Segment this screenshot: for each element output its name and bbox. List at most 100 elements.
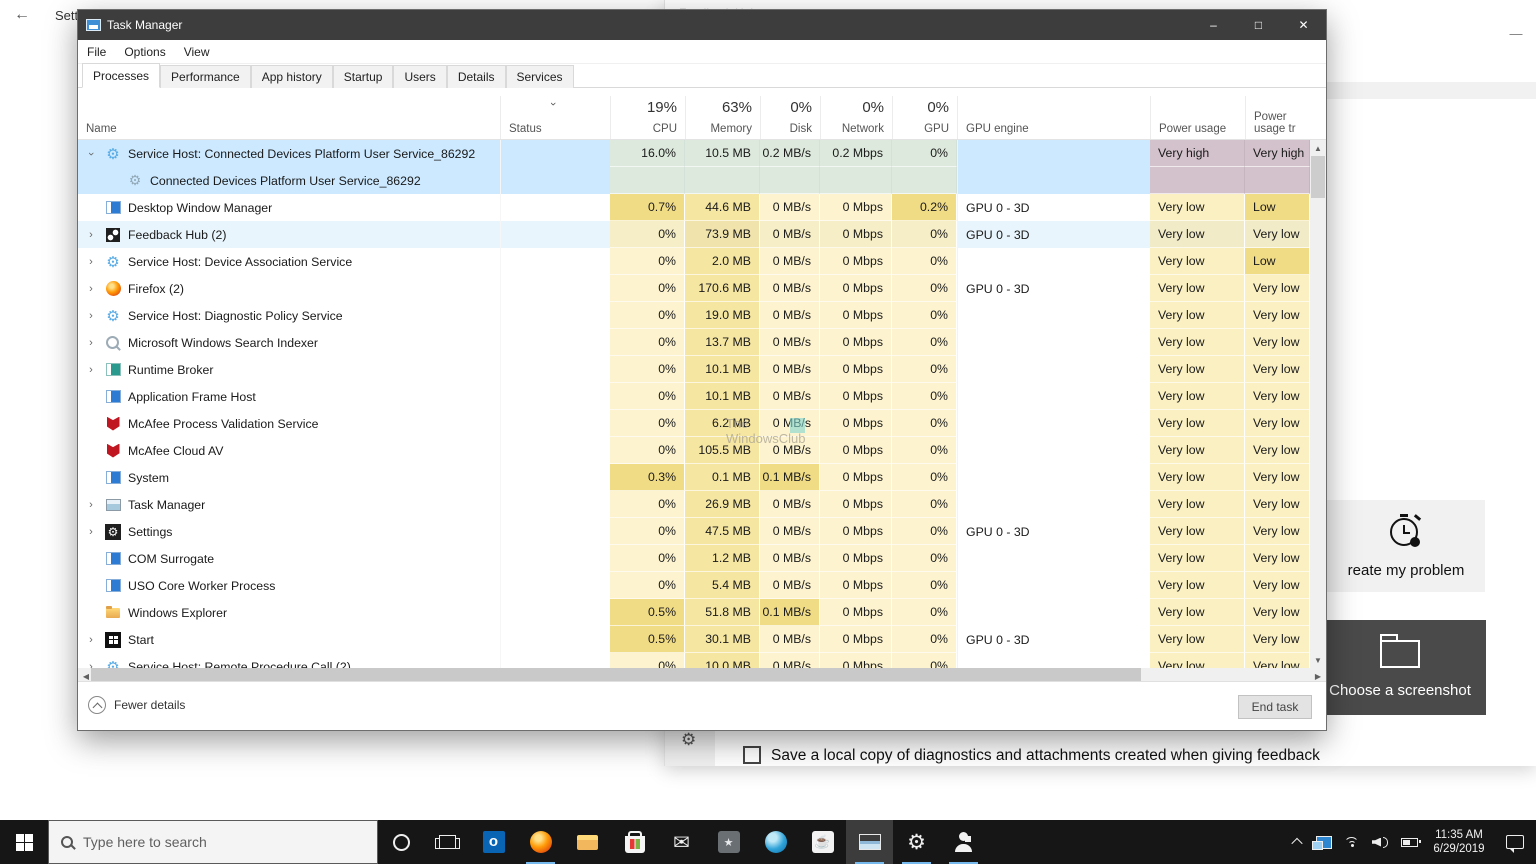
process-row[interactable]: › Feedback Hub (2) 0% 73.9 MB 0 MB/s 0 M… [78, 221, 1310, 248]
menu-file[interactable]: File [78, 45, 115, 59]
process-row[interactable]: › Settings 0% 47.5 MB 0 MB/s 0 Mbps 0% G… [78, 518, 1310, 545]
expander-chevron-icon[interactable]: › [84, 310, 98, 322]
expander-chevron-icon[interactable]: › [84, 337, 98, 349]
taskbar-icon-firefox[interactable] [517, 820, 564, 864]
column-header-power-usage[interactable]: Power usage [1150, 96, 1245, 139]
mcafee-icon [105, 443, 121, 459]
close-button[interactable]: ✕ [1281, 10, 1326, 40]
taskbar-search-box[interactable] [48, 820, 378, 864]
minimize-button[interactable]: – [1191, 10, 1236, 40]
process-row[interactable]: › Service Host: Diagnostic Policy Servic… [78, 302, 1310, 329]
network-cell: 0 Mbps [820, 302, 892, 329]
column-header-gpu-engine[interactable]: GPU engine [957, 96, 1150, 139]
process-row[interactable]: › Task Manager 0% 26.9 MB 0 MB/s 0 Mbps … [78, 491, 1310, 518]
expander-chevron-icon[interactable]: › [85, 147, 97, 161]
process-row[interactable]: › Service Host: Device Association Servi… [78, 248, 1310, 275]
battery-icon[interactable] [1394, 820, 1424, 864]
process-row[interactable]: › Service Host: Connected Devices Platfo… [78, 140, 1310, 167]
process-row[interactable]: › System 0.3% 0.1 MB 0.1 MB/s 0 Mbps 0% … [78, 464, 1310, 491]
scroll-up-arrow[interactable]: ▲ [1310, 140, 1326, 156]
choose-screenshot-tile[interactable]: Choose a screenshot [1314, 620, 1486, 715]
column-header-cpu[interactable]: 19% CPU [610, 96, 685, 139]
process-row[interactable]: › Desktop Window Manager 0.7% 44.6 MB 0 … [78, 194, 1310, 221]
gear-icon[interactable]: ⚙ [681, 730, 696, 750]
column-header-status[interactable]: › Status [500, 96, 610, 139]
network-cell: 0 Mbps [820, 383, 892, 410]
process-row[interactable]: › Start 0.5% 30.1 MB 0 MB/s 0 Mbps 0% GP… [78, 626, 1310, 653]
back-arrow-icon[interactable]: ← [14, 6, 30, 24]
vertical-scroll-thumb[interactable] [1311, 156, 1325, 198]
display-tray-icon[interactable] [1310, 820, 1338, 864]
expander-chevron-icon[interactable]: › [84, 229, 98, 241]
process-row[interactable]: › Runtime Broker 0% 10.1 MB 0 MB/s 0 Mbp… [78, 356, 1310, 383]
maximize-button[interactable]: □ [1236, 10, 1281, 40]
expander-chevron-icon[interactable]: › [84, 283, 98, 295]
volume-icon[interactable] [1366, 820, 1394, 864]
column-header-network[interactable]: 0% Network [820, 96, 892, 139]
wifi-icon[interactable] [1338, 820, 1366, 864]
show-hidden-icons-chevron[interactable] [1284, 820, 1310, 864]
taskbar-icon-task-manager[interactable] [846, 820, 893, 864]
taskbar-icon-java[interactable] [799, 820, 846, 864]
process-row[interactable]: › Connected Devices Platform User Servic… [78, 167, 1310, 194]
tab-details[interactable]: Details [447, 65, 506, 88]
process-row[interactable]: › McAfee Cloud AV 0% 105.5 MB 0 MB/s 0 M… [78, 437, 1310, 464]
process-row[interactable]: › COM Surrogate 0% 1.2 MB 0 MB/s 0 Mbps … [78, 545, 1310, 572]
fewer-details-button[interactable]: Fewer details [88, 696, 185, 714]
column-header-disk[interactable]: 0% Disk [760, 96, 820, 139]
start-button[interactable] [0, 820, 48, 864]
status-cell [500, 518, 610, 545]
horizontal-scroll-thumb[interactable] [91, 668, 1141, 681]
expander-chevron-icon[interactable]: › [84, 364, 98, 376]
tab-users[interactable]: Users [393, 65, 446, 88]
process-row[interactable]: › Firefox (2) 0% 170.6 MB 0 MB/s 0 Mbps … [78, 275, 1310, 302]
menu-options[interactable]: Options [115, 45, 174, 59]
column-header-name[interactable]: Name [78, 96, 500, 139]
recreate-problem-tile[interactable]: reate my problem [1327, 500, 1485, 592]
search-indexer-icon [105, 335, 121, 351]
column-header-gpu[interactable]: 0% GPU [892, 96, 957, 139]
expander-chevron-icon[interactable]: › [84, 256, 98, 268]
vertical-scrollbar[interactable]: ▲ ▼ [1310, 140, 1326, 668]
action-center-button[interactable] [1494, 820, 1536, 864]
start-dark-icon [105, 632, 121, 648]
taskbar-icon-globe[interactable] [752, 820, 799, 864]
process-row[interactable]: › Microsoft Windows Search Indexer 0% 13… [78, 329, 1310, 356]
title-bar[interactable]: Task Manager – □ ✕ [78, 10, 1326, 40]
tab-services[interactable]: Services [506, 65, 574, 88]
menu-view[interactable]: View [175, 45, 219, 59]
taskbar-clock[interactable]: 11:35 AM 6/29/2019 [1424, 820, 1494, 864]
expander-chevron-icon[interactable]: › [84, 661, 98, 669]
process-row[interactable]: › Application Frame Host 0% 10.1 MB 0 MB… [78, 383, 1310, 410]
minimize-button[interactable]: — [1501, 26, 1531, 41]
tab-app-history[interactable]: App history [251, 65, 333, 88]
tab-performance[interactable]: Performance [160, 65, 251, 88]
expander-chevron-icon[interactable]: › [84, 526, 98, 538]
taskbar-icon-microsoft-store[interactable] [611, 820, 658, 864]
status-cell [500, 545, 610, 572]
taskbar-icon-outlook[interactable] [470, 820, 517, 864]
process-row[interactable]: › Service Host: Remote Procedure Call (2… [78, 653, 1310, 668]
end-task-button[interactable]: End task [1238, 695, 1312, 719]
task-view-button[interactable] [424, 820, 470, 864]
save-diagnostics-checkbox[interactable] [743, 746, 761, 764]
taskbar-icon-settings[interactable] [893, 820, 940, 864]
taskbar-icon-mail[interactable] [658, 820, 705, 864]
taskbar-icon-feedback[interactable] [705, 820, 752, 864]
search-input[interactable] [83, 834, 343, 850]
expander-chevron-icon[interactable]: › [84, 499, 98, 511]
tab-processes[interactable]: Processes [82, 63, 160, 88]
expander-chevron-icon[interactable]: › [84, 634, 98, 646]
tab-startup[interactable]: Startup [333, 65, 394, 88]
taskbar-icon-people[interactable] [940, 820, 987, 864]
network-cell: 0 Mbps [820, 572, 892, 599]
process-row[interactable]: › McAfee Process Validation Service 0% 6… [78, 410, 1310, 437]
process-row[interactable]: › Windows Explorer 0.5% 51.8 MB 0.1 MB/s… [78, 599, 1310, 626]
process-row[interactable]: › USO Core Worker Process 0% 5.4 MB 0 MB… [78, 572, 1310, 599]
horizontal-scrollbar[interactable]: ◀ ▶ [78, 668, 1326, 681]
column-header-memory[interactable]: 63% Memory [685, 96, 760, 139]
taskbar-icon-file-explorer[interactable] [564, 820, 611, 864]
scroll-down-arrow[interactable]: ▼ [1310, 652, 1326, 668]
cortana-button[interactable] [378, 820, 424, 864]
column-header-power-usage-trend[interactable]: Power usage tr [1245, 96, 1310, 139]
